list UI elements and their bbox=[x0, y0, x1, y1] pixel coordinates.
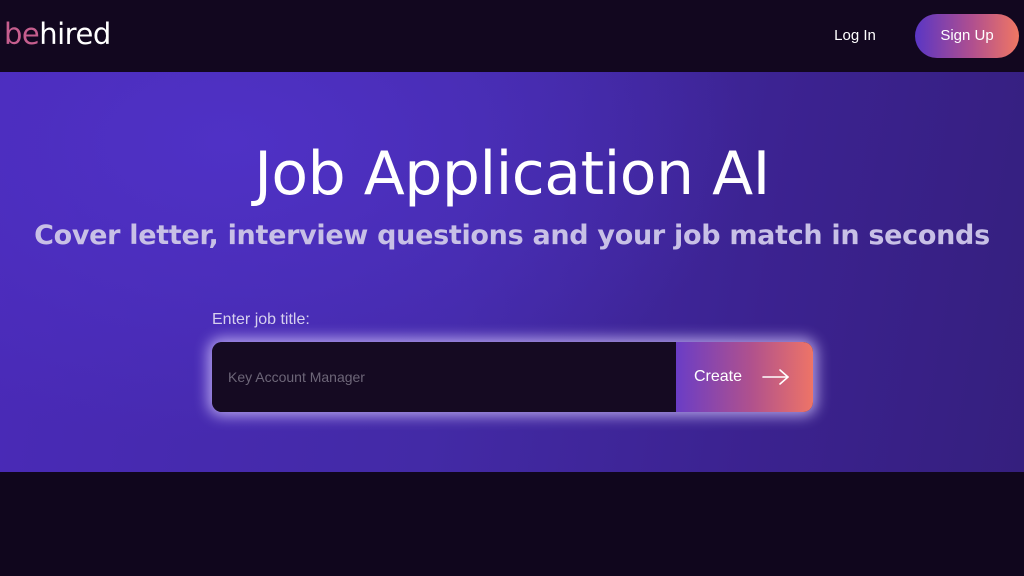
hero-section: Job Application AI Cover letter, intervi… bbox=[0, 72, 1024, 472]
logo-suffix: hired bbox=[39, 17, 111, 51]
job-title-input[interactable] bbox=[212, 342, 676, 412]
job-title-form: Create bbox=[212, 342, 813, 412]
logo-prefix: be bbox=[4, 17, 40, 51]
page-subtitle: Cover letter, interview questions and yo… bbox=[34, 220, 990, 251]
behired-logo[interactable]: behired bbox=[4, 17, 111, 51]
page-title: Job Application AI bbox=[254, 139, 770, 209]
arrow-right-icon bbox=[762, 369, 789, 385]
top-navigation-bar: behired Log In Sign Up bbox=[0, 0, 1024, 72]
page-body-below-hero bbox=[0, 472, 1024, 576]
create-button[interactable]: Create bbox=[676, 342, 813, 412]
create-button-label: Create bbox=[694, 368, 743, 385]
login-link[interactable]: Log In bbox=[820, 22, 890, 50]
job-title-label: Enter job title: bbox=[212, 311, 310, 328]
signup-button[interactable]: Sign Up bbox=[915, 14, 1019, 58]
